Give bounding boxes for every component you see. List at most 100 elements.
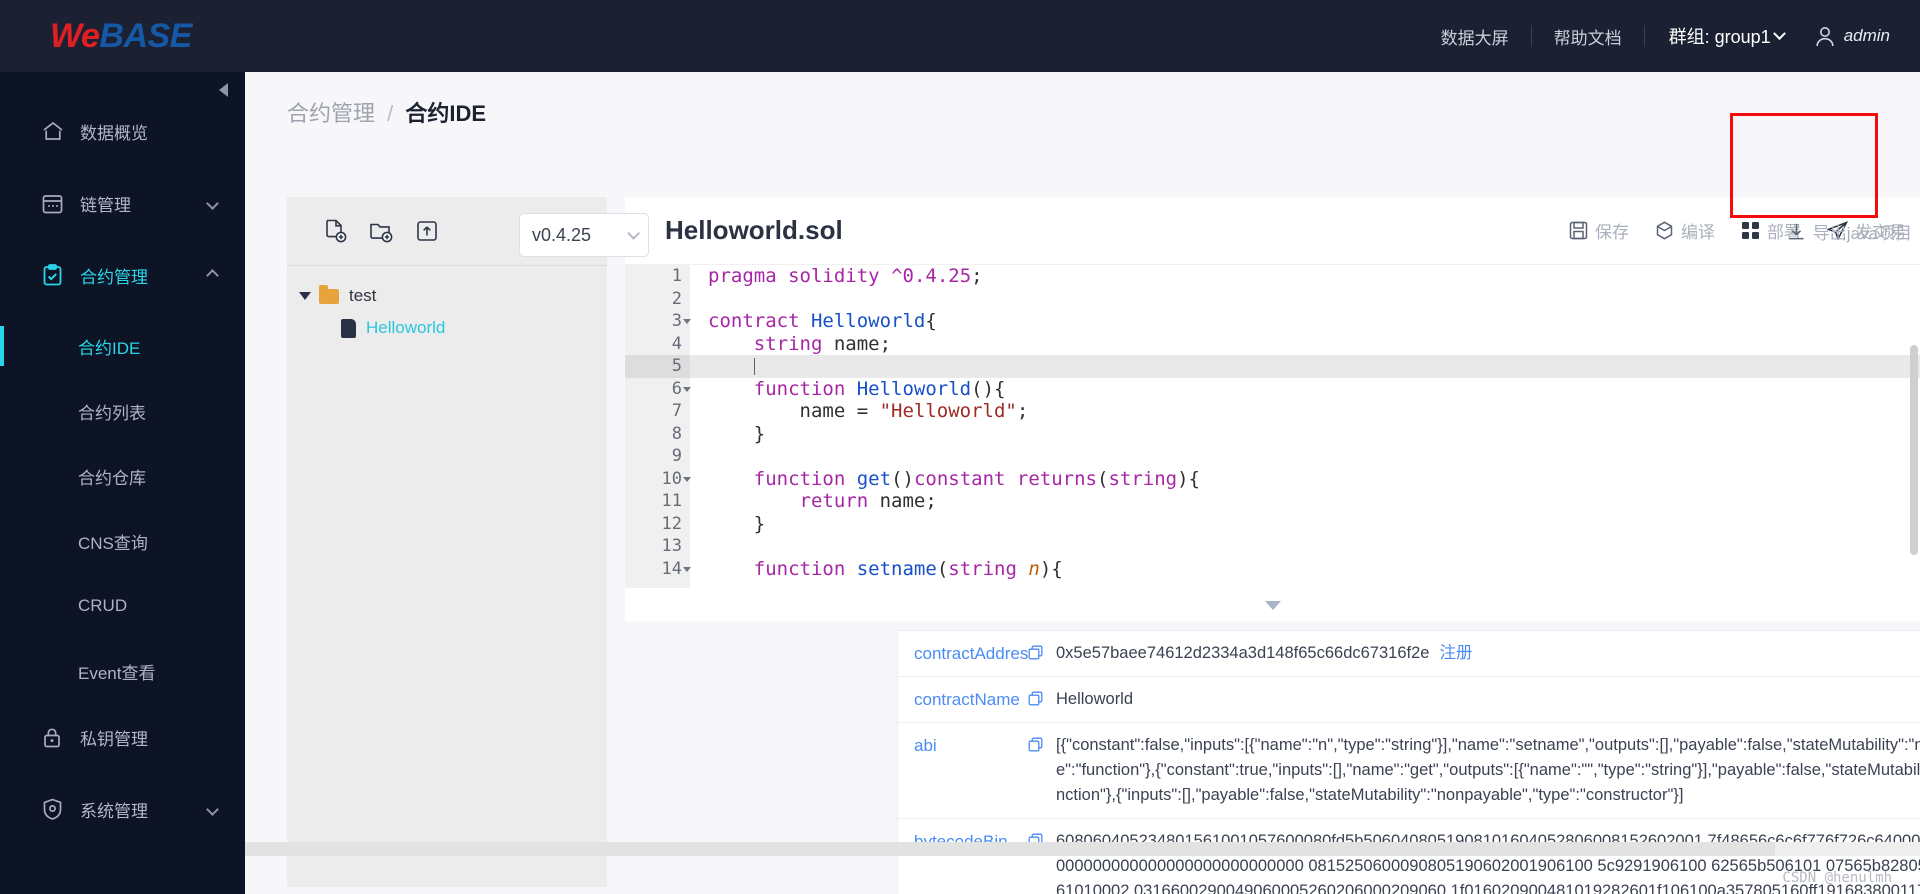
code-line-text	[690, 355, 755, 378]
detail-value: Helloworld	[1056, 690, 1134, 708]
code-line-text: return name;	[799, 490, 937, 512]
copy-icon[interactable]	[1028, 829, 1056, 894]
main-content: 合约管理 / 合约IDE v0.4.25 test Helloworld Hel…	[245, 72, 1920, 894]
code-line[interactable]: 9	[625, 445, 1920, 468]
sidebar-item-label: 链管理	[80, 195, 131, 215]
copy-icon[interactable]	[1028, 687, 1056, 712]
download-icon	[1787, 222, 1806, 241]
editor-vertical-scrollbar[interactable]	[1910, 345, 1918, 555]
save-button[interactable]: 保存	[1569, 218, 1629, 243]
line-number: 10	[625, 467, 690, 490]
help-doc-link[interactable]: 帮助文档	[1532, 24, 1644, 49]
sidebar-item-private-key[interactable]: 私钥管理	[0, 712, 245, 762]
sidebar-item-contract[interactable]: 合约管理	[0, 250, 245, 300]
data-screen-link[interactable]: 数据大屏	[1419, 24, 1531, 49]
line-number: 12	[625, 512, 690, 535]
editor-filename: Helloworld.sol	[665, 215, 843, 245]
export-java-project-button[interactable]: 导出java项目	[1765, 197, 1912, 265]
code-line[interactable]: 11 return name;	[625, 490, 1920, 513]
panel-collapse-divider	[625, 589, 1920, 621]
copy-icon[interactable]	[1028, 641, 1056, 666]
sidebar: 数据概览 链管理 合约管理 合约IDE 合约列表 合约仓库 CNS查询 CRUD…	[0, 72, 245, 894]
line-number: 7	[625, 400, 690, 423]
sidebar-collapse-button[interactable]	[213, 80, 233, 100]
header-right-menu: 数据大屏 帮助文档 群组: group1 admin	[1419, 23, 1920, 49]
line-number: 13	[625, 535, 690, 558]
detail-value: [{"constant":false,"inputs":[{"name":"n"…	[1056, 736, 1920, 804]
upload-icon[interactable]	[414, 218, 440, 244]
register-link[interactable]: 注册	[1429, 644, 1472, 662]
file-tree: test Helloworld	[287, 266, 607, 344]
sidebar-item-label: 数据概览	[80, 123, 148, 143]
code-line-text: }	[708, 422, 766, 445]
sidebar-item-contract-list[interactable]: 合约列表	[0, 387, 245, 435]
code-line[interactable]: 13	[625, 535, 1920, 558]
save-icon	[1569, 221, 1588, 240]
code-line[interactable]: 6 function Helloworld(){	[625, 377, 1920, 400]
table-row: abi [{"constant":false,"inputs":[{"name":…	[898, 723, 1920, 819]
code-line[interactable]: 3 contract Helloworld{	[625, 310, 1920, 333]
code-line[interactable]: 5	[625, 355, 1920, 378]
sidebar-subitem-label: 合约IDE	[78, 338, 141, 358]
code-fold-icon[interactable]	[683, 319, 691, 324]
code-line[interactable]: 4 string name;	[625, 332, 1920, 355]
chevron-down-icon	[206, 196, 219, 210]
webase-logo[interactable]: WeBASE	[0, 17, 245, 56]
code-fold-icon[interactable]	[683, 476, 691, 482]
sidebar-item-event-view[interactable]: Event查看	[0, 647, 245, 695]
compile-button[interactable]: 编译	[1655, 218, 1715, 243]
solidity-version-value: v0.4.25	[532, 224, 592, 245]
chevron-down-icon	[1772, 26, 1786, 40]
breadcrumb-parent[interactable]: 合约管理	[287, 101, 375, 126]
sidebar-nav: 数据概览 链管理 合约管理 合约IDE 合约列表 合约仓库 CNS查询 CRUD…	[0, 72, 245, 834]
code-fold-icon[interactable]	[683, 566, 691, 572]
code-line[interactable]: 10 function get()constant returns(string…	[625, 467, 1920, 490]
sidebar-item-overview[interactable]: 数据概览	[0, 106, 245, 156]
sidebar-item-cns-query[interactable]: CNS查询	[0, 517, 245, 565]
line-number: 8	[625, 422, 690, 445]
new-folder-icon[interactable]	[368, 218, 394, 244]
code-line[interactable]: 8 }	[625, 422, 1920, 445]
new-file-icon[interactable]	[322, 218, 348, 244]
code-line[interactable]: 2	[625, 287, 1920, 310]
detail-key: contractName	[914, 690, 1020, 709]
group-selector[interactable]: 群组: group1	[1645, 23, 1800, 49]
file-tree-folder-label: test	[349, 286, 377, 305]
file-icon	[341, 318, 356, 338]
export-java-project-inner[interactable]: 导出java项目	[1787, 219, 1912, 244]
code-lines[interactable]: 1 pragma solidity ^0.4.25; 2 3 contract Hell…	[625, 265, 1920, 580]
code-area[interactable]: 1 pragma solidity ^0.4.25; 2 3 contract Hell…	[625, 265, 1920, 588]
file-tree-file-row[interactable]: Helloworld	[287, 312, 607, 344]
code-line[interactable]: 1 pragma solidity ^0.4.25;	[625, 265, 1920, 288]
sidebar-item-crud[interactable]: CRUD	[0, 582, 245, 630]
file-explorer-panel: v0.4.25 test Helloworld	[287, 197, 649, 887]
user-menu[interactable]: admin	[1800, 25, 1890, 48]
code-line[interactable]: 14 function setname(string n){	[625, 557, 1920, 580]
code-line[interactable]: 12 }	[625, 512, 1920, 535]
code-line[interactable]: 7 name = "Helloworld";	[625, 400, 1920, 423]
text-cursor	[753, 358, 755, 375]
sidebar-item-contract-repo[interactable]: 合约仓库	[0, 452, 245, 500]
sidebar-subitem-label: Event查看	[78, 663, 156, 683]
solidity-version-select[interactable]: v0.4.25	[519, 213, 649, 257]
sidebar-subitem-label: 合约仓库	[78, 468, 146, 488]
chevron-down-icon	[206, 802, 219, 816]
sidebar-item-label: 合约管理	[80, 267, 148, 287]
code-fold-icon[interactable]	[683, 386, 691, 392]
file-tree-folder-row[interactable]: test	[287, 280, 607, 312]
breadcrumb-current: 合约IDE	[405, 101, 487, 126]
sidebar-item-contract-ide[interactable]: 合约IDE	[0, 322, 245, 370]
shield-icon	[42, 798, 68, 820]
line-number: 1	[625, 265, 690, 288]
horizontal-scrollbar-thumb[interactable]	[245, 842, 1775, 856]
top-header-bar: WeBASE 数据大屏 帮助文档 群组: group1 admin	[0, 0, 1920, 72]
sidebar-item-chain[interactable]: 链管理	[0, 178, 245, 228]
sidebar-subitem-label: 合约列表	[78, 403, 146, 423]
sidebar-item-system[interactable]: 系统管理	[0, 784, 245, 834]
compile-icon	[1655, 221, 1674, 240]
caret-down-icon[interactable]	[299, 292, 311, 300]
horizontal-scrollbar[interactable]	[245, 842, 1920, 856]
sidebar-item-label: 系统管理	[80, 801, 148, 821]
caret-down-icon[interactable]	[1264, 600, 1281, 610]
copy-icon[interactable]	[1028, 733, 1056, 808]
